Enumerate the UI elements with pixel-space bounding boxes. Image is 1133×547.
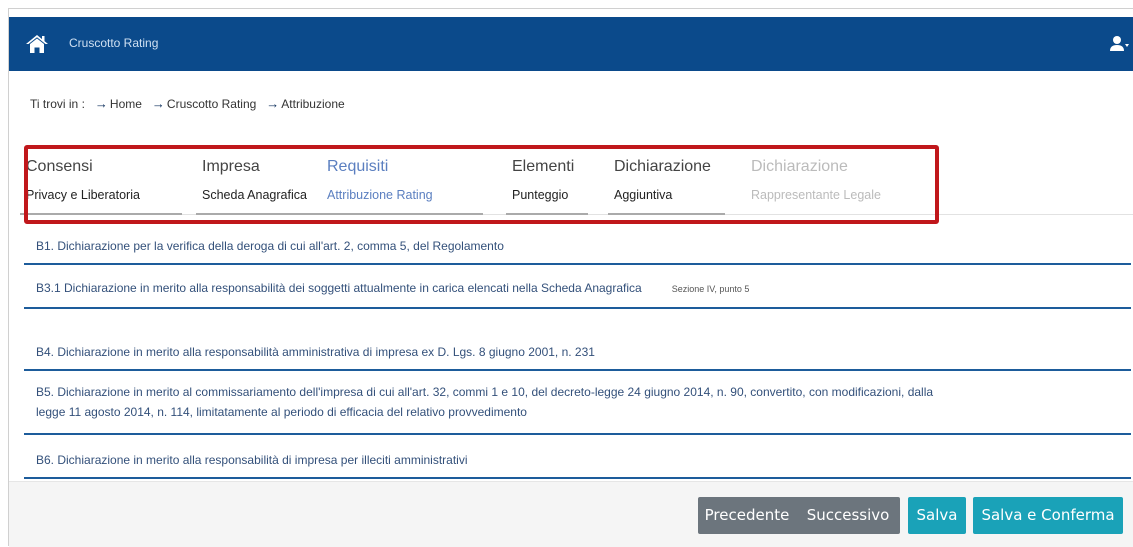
tab-underline — [608, 213, 725, 215]
breadcrumb-attribuzione[interactable]: → Attribuzione — [266, 96, 344, 111]
tab-consensi[interactable]: Consensi Privacy e Liberatoria — [20, 144, 182, 215]
wizard-tabs: Consensi Privacy e Liberatoria Impresa S… — [20, 144, 1133, 215]
home-icon[interactable] — [25, 33, 49, 55]
tab-dichiarazione-aggiuntiva[interactable]: Dichiarazione Aggiuntiva — [608, 144, 725, 215]
tab-impresa[interactable]: Impresa Scheda Anagrafica — [196, 144, 328, 215]
row-divider — [24, 477, 1131, 479]
save-button[interactable]: Salva — [908, 497, 966, 534]
declaration-b4[interactable]: B4. Dichiarazione in merito alla respons… — [24, 342, 1131, 371]
row-divider — [24, 263, 1131, 265]
tab-underline — [506, 213, 588, 215]
breadcrumb-cruscotto[interactable]: → Cruscotto Rating — [152, 96, 256, 111]
breadcrumb: Ti trovi in : → Home → Cruscotto Rating … — [30, 96, 345, 111]
declaration-b6[interactable]: B6. Dichiarazione in merito alla respons… — [24, 450, 1131, 479]
row-divider — [24, 369, 1131, 371]
next-button[interactable]: Successivo — [796, 497, 900, 534]
arrow-right-icon: → — [94, 96, 108, 111]
row-divider — [24, 433, 1131, 435]
user-icon[interactable] — [1109, 34, 1129, 54]
previous-button[interactable]: Precedente — [698, 497, 796, 534]
save-confirm-button[interactable]: Salva e Conferma — [973, 497, 1123, 534]
declaration-b5[interactable]: B5. Dichiarazione in merito al commissar… — [24, 382, 1131, 435]
breadcrumb-label: Ti trovi in : — [30, 96, 85, 111]
tab-underline — [20, 213, 182, 215]
declaration-b1[interactable]: B1. Dichiarazione per la verifica della … — [24, 236, 1131, 265]
declaration-b3-1[interactable]: B3.1 Dichiarazione in merito alla respon… — [24, 278, 1131, 309]
tab-requisiti[interactable]: Requisiti Attribuzione Rating — [321, 144, 483, 215]
arrow-right-icon: → — [151, 96, 165, 111]
tab-dichiarazione-rappresentante: Dichiarazione Rappresentante Legale — [751, 158, 881, 202]
arrow-right-icon: → — [266, 96, 280, 111]
section-note: Sezione IV, punto 5 — [671, 284, 750, 294]
tab-elementi[interactable]: Elementi Punteggio — [506, 144, 588, 215]
top-navbar: Cruscotto Rating — [9, 17, 1133, 71]
tab-underline — [321, 213, 483, 215]
breadcrumb-home[interactable]: → Home — [95, 96, 142, 111]
app-title[interactable]: Cruscotto Rating — [69, 36, 158, 50]
tab-underline — [196, 213, 328, 215]
row-divider — [24, 307, 1131, 309]
